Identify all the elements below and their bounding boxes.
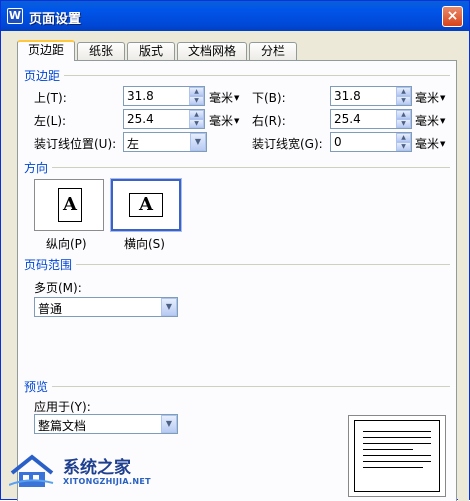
preview-text-line — [363, 455, 431, 456]
tab-columns[interactable]: 分栏 — [249, 42, 297, 60]
multiple-pages-select[interactable]: 普通 ▼ — [34, 297, 178, 317]
chevron-down-icon[interactable]: ▼ — [161, 415, 177, 433]
gutter-position-select[interactable]: 左 ▼ — [123, 132, 207, 152]
spin-up-icon[interactable]: ▲ — [396, 133, 411, 142]
preview-box — [348, 415, 446, 497]
left-margin-spinner[interactable]: 25.4 ▲ ▼ — [123, 109, 205, 129]
tab-document-grid[interactable]: 文档网格 — [177, 42, 247, 60]
unit-caret-icon: ▼ — [234, 94, 240, 102]
margins-group-title: 页边距 — [24, 67, 65, 84]
tab-paper[interactable]: 纸张 — [77, 42, 125, 60]
preview-text-line — [363, 431, 431, 432]
preview-text-line — [363, 437, 431, 438]
house-logo-icon — [9, 454, 54, 487]
preview-group-title: 预览 — [24, 378, 53, 395]
chevron-down-icon[interactable]: ▼ — [190, 133, 206, 151]
bottom-margin-spinner[interactable]: 31.8 ▲ ▼ — [330, 86, 412, 106]
dialog-right-edge — [458, 60, 469, 501]
spin-down-icon[interactable]: ▼ — [396, 96, 411, 105]
left-margin-unit[interactable]: 毫米▼ — [209, 112, 239, 129]
gutter-position-label: 装订线位置(U): — [34, 137, 117, 151]
portrait-label[interactable]: 纵向(P) — [46, 235, 87, 252]
right-margin-label: 右(R): — [252, 114, 286, 128]
close-button[interactable]: × — [442, 6, 463, 27]
right-margin-unit[interactable]: 毫米▼ — [415, 112, 445, 129]
dialog-title: 页面设置 — [29, 12, 82, 27]
unit-caret-icon: ▼ — [440, 94, 446, 102]
preview-text-line — [363, 449, 413, 450]
wps-writer-icon: W — [7, 8, 23, 24]
preview-group-line — [24, 386, 450, 387]
apply-to-value: 整篇文档 — [38, 419, 87, 433]
orientation-group-title: 方向 — [24, 159, 53, 176]
gutter-width-spinner[interactable]: 0 ▲ ▼ — [330, 132, 412, 152]
bottom-margin-unit[interactable]: 毫米▼ — [415, 89, 445, 106]
title-bar[interactable]: W 页面设置 × — [1, 1, 469, 31]
spin-down-icon[interactable]: ▼ — [189, 96, 204, 105]
spin-up-icon[interactable]: ▲ — [396, 110, 411, 119]
orientation-group-line — [24, 167, 450, 168]
landscape-page-icon: A — [129, 193, 163, 217]
gutter-width-unit[interactable]: 毫米▼ — [415, 135, 445, 152]
chevron-down-icon[interactable]: ▼ — [161, 298, 177, 316]
preview-text-line — [363, 461, 431, 462]
close-icon: × — [446, 8, 459, 24]
multiple-pages-label: 多页(M): — [34, 281, 82, 295]
spin-up-icon[interactable]: ▲ — [396, 87, 411, 96]
multiple-pages-value: 普通 — [38, 302, 63, 316]
watermark-name: 系统之家 — [63, 458, 131, 478]
unit-caret-icon: ▼ — [234, 117, 240, 125]
apply-to-select[interactable]: 整篇文档 ▼ — [34, 414, 178, 434]
unit-caret-icon: ▼ — [440, 140, 446, 148]
xitongzhijia-watermark: 系统之家 XITONGZHIJIA.NET — [1, 447, 171, 501]
page-range-group-line — [24, 264, 450, 265]
landscape-label[interactable]: 横向(S) — [124, 235, 165, 252]
right-margin-spinner[interactable]: 25.4 ▲ ▼ — [330, 109, 412, 129]
portrait-option[interactable]: A — [34, 179, 104, 231]
watermark-url: XITONGZHIJIA.NET — [63, 477, 151, 486]
page-range-group-title: 页码范围 — [24, 256, 77, 273]
landscape-option[interactable]: A — [110, 178, 182, 232]
tab-margins[interactable]: 页边距 — [17, 40, 75, 61]
apply-to-label: 应用于(Y): — [34, 400, 91, 414]
spin-down-icon[interactable]: ▼ — [189, 119, 204, 128]
top-margin-spinner[interactable]: 31.8 ▲ ▼ — [123, 86, 205, 106]
preview-text-line — [363, 467, 423, 468]
top-margin-value: 31.8 — [127, 89, 154, 103]
bottom-margin-label: 下(B): — [252, 91, 286, 105]
left-margin-value: 25.4 — [127, 112, 154, 126]
portrait-page-icon: A — [58, 188, 82, 222]
left-margin-label: 左(L): — [34, 114, 67, 128]
spin-down-icon[interactable]: ▼ — [396, 142, 411, 151]
bottom-margin-value: 31.8 — [334, 89, 361, 103]
spin-up-icon[interactable]: ▲ — [189, 110, 204, 119]
gutter-position-value: 左 — [127, 137, 140, 151]
page-setup-dialog: W 页面设置 × 页边距 纸张 版式 文档网格 分栏 页边距 上(T): 31.… — [0, 0, 470, 501]
top-margin-unit[interactable]: 毫米▼ — [209, 89, 239, 106]
tab-layout[interactable]: 版式 — [127, 42, 175, 60]
gutter-width-label: 装订线宽(G): — [252, 137, 323, 151]
spin-down-icon[interactable]: ▼ — [396, 119, 411, 128]
right-margin-value: 25.4 — [334, 112, 361, 126]
margins-group-line — [24, 75, 450, 76]
spin-up-icon[interactable]: ▲ — [189, 87, 204, 96]
top-margin-label: 上(T): — [34, 91, 67, 105]
gutter-width-value: 0 — [334, 135, 342, 149]
preview-page — [354, 420, 440, 492]
preview-text-line — [363, 443, 431, 444]
unit-caret-icon: ▼ — [440, 117, 446, 125]
tab-panel-margins: 页边距 上(T): 31.8 ▲ ▼ 毫米▼ 下(B): 31.8 ▲ ▼ 毫米… — [17, 60, 457, 501]
